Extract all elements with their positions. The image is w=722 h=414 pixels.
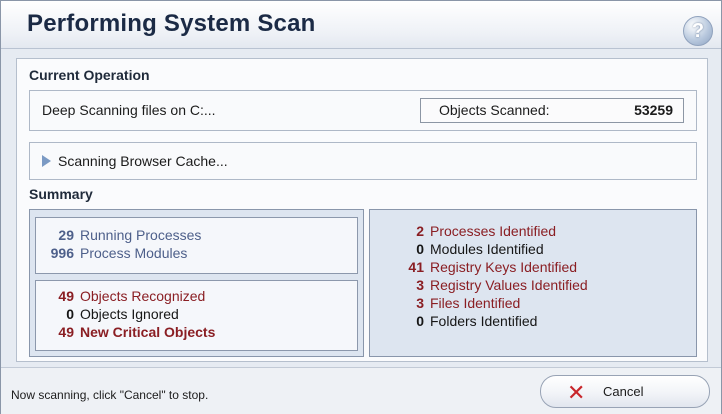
current-operation-heading: Current Operation	[29, 67, 150, 83]
help-icon[interactable]: ?	[683, 16, 713, 46]
stat-new-critical-objects: 49 New Critical Objects	[58, 324, 216, 340]
close-icon: ✕	[567, 380, 586, 405]
stat-objects-ignored: 0 Objects Ignored	[66, 306, 179, 322]
objects-scanned-label: Objects Scanned:	[439, 102, 550, 118]
sub-status-box: Scanning Browser Cache...	[29, 142, 697, 180]
stat-folders-identified: 0 Folders Identified	[416, 313, 538, 329]
cancel-button[interactable]: ✕ Cancel	[540, 375, 710, 408]
stat-running-processes: 29 Running Processes	[58, 227, 202, 243]
cancel-button-label: Cancel	[603, 384, 644, 399]
stat-processes-identified: 2 Processes Identified	[416, 223, 557, 239]
status-text: Now scanning, click "Cancel" to stop.	[11, 388, 209, 402]
summary-right-panel: 2 Processes Identified 0 Modules Identifie…	[369, 209, 697, 357]
stat-registry-values-identified: 3 Registry Values Identified	[416, 277, 588, 293]
play-arrow-icon	[42, 155, 51, 167]
page-title: Performing System Scan	[27, 10, 316, 37]
object-stats-box: 49 Objects Recognized 0 Objects Ignored 49…	[35, 280, 358, 351]
stat-files-identified: 3 Files Identified	[416, 295, 521, 311]
stat-modules-identified: 0 Modules Identified	[416, 241, 544, 257]
sub-status-text: Scanning Browser Cache...	[58, 153, 228, 169]
summary-heading: Summary	[29, 186, 93, 202]
current-operation-text: Deep Scanning files on C:...	[42, 102, 216, 118]
summary-left-panel: 29 Running Processes 996 Process Modules 4…	[29, 209, 364, 357]
window-footer: Now scanning, click "Cancel" to stop. ✕ …	[1, 367, 721, 414]
stat-registry-keys-identified: 41 Registry Keys Identified	[408, 259, 578, 275]
stat-objects-recognized: 49 Objects Recognized	[58, 288, 206, 304]
objects-scanned-value: 53259	[634, 102, 673, 118]
objects-scanned-box: Objects Scanned: 53259	[420, 98, 684, 123]
window-header: Performing System Scan ?	[1, 1, 721, 49]
process-stats-box: 29 Running Processes 996 Process Modules	[35, 217, 358, 274]
scan-window: Performing System Scan ? Current Operati…	[0, 0, 722, 414]
scan-content-panel: Current Operation Deep Scanning files on…	[16, 58, 708, 362]
stat-process-modules: 996 Process Modules	[50, 245, 188, 261]
current-operation-box: Deep Scanning files on C:... Objects Sca…	[29, 90, 697, 131]
